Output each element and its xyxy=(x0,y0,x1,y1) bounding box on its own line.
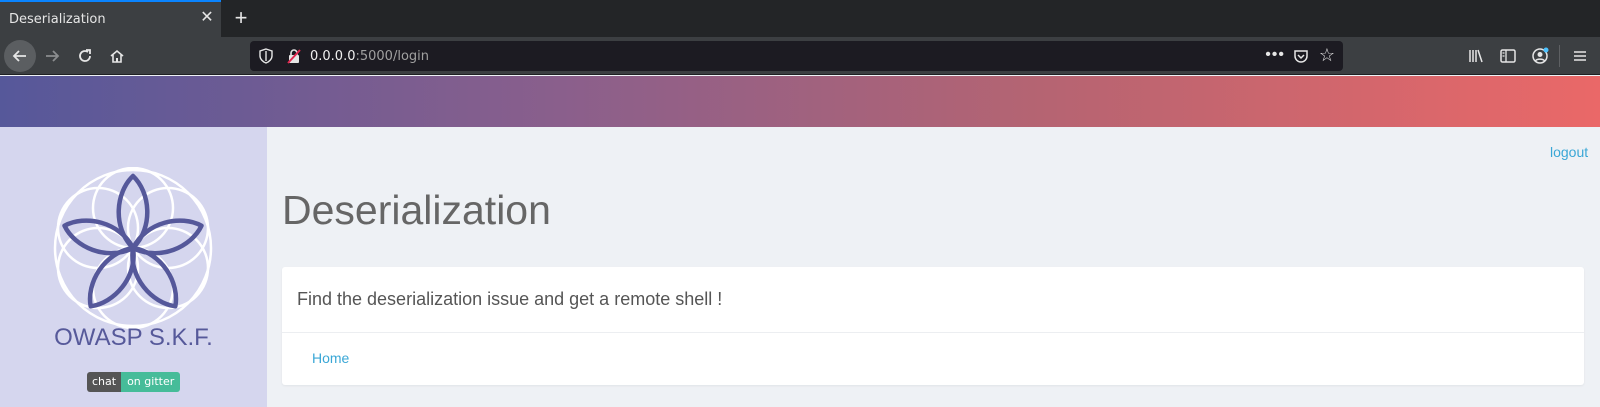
toolbar-separator xyxy=(1559,45,1560,67)
url-bar[interactable]: 0.0.0.0:5000/login ••• ☆ xyxy=(250,41,1343,71)
reload-icon xyxy=(79,49,91,62)
forward-button[interactable] xyxy=(36,40,68,72)
tracking-shield-icon[interactable] xyxy=(258,48,274,64)
sidebar: OWASP S.K.F. chat on gitter xyxy=(0,127,267,407)
url-text[interactable]: 0.0.0.0:5000/login xyxy=(310,49,429,64)
new-tab-button[interactable]: + xyxy=(231,6,251,30)
hamburger-menu-icon[interactable] xyxy=(1571,47,1589,65)
home-link[interactable]: Home xyxy=(312,350,349,366)
page-title: Deserialization xyxy=(282,187,551,233)
owasp-skf-logo[interactable] xyxy=(52,167,214,329)
logout-link[interactable]: logout xyxy=(1550,144,1588,160)
brand-name: OWASP S.K.F. xyxy=(54,324,213,351)
back-button[interactable] xyxy=(4,40,36,72)
browser-tab[interactable]: Deserialization ✕ xyxy=(0,0,221,37)
insecure-lock-icon[interactable] xyxy=(286,48,302,64)
arrow-left-icon xyxy=(12,50,26,62)
home-button[interactable] xyxy=(101,40,133,72)
tab-bar: Deserialization ✕ + xyxy=(0,0,1600,37)
gitter-badge-value: on gitter xyxy=(121,372,181,392)
gitter-chat-badge[interactable]: chat on gitter xyxy=(87,372,181,392)
tab-title: Deserialization xyxy=(9,12,106,27)
url-path: :5000/login xyxy=(355,49,429,64)
account-icon[interactable] xyxy=(1531,47,1549,65)
challenge-card: Find the deserialization issue and get a… xyxy=(282,267,1584,385)
arrow-right-icon xyxy=(46,50,60,62)
gitter-badge-label: chat xyxy=(87,372,122,392)
close-tab-icon[interactable]: ✕ xyxy=(199,10,215,26)
sidebar-toggle-icon[interactable] xyxy=(1499,47,1517,65)
nav-bar: 0.0.0.0:5000/login ••• ☆ xyxy=(0,37,1600,75)
header-banner xyxy=(0,76,1600,127)
bookmark-star-icon[interactable]: ☆ xyxy=(1319,45,1335,66)
challenge-description: Find the deserialization issue and get a… xyxy=(297,289,723,309)
url-host: 0.0.0.0 xyxy=(310,49,356,64)
reload-button[interactable] xyxy=(69,40,101,72)
pocket-icon[interactable] xyxy=(1293,48,1309,64)
library-icon[interactable] xyxy=(1467,47,1485,65)
page-actions-icon[interactable]: ••• xyxy=(1265,46,1285,64)
card-divider xyxy=(282,332,1584,333)
home-icon xyxy=(110,49,124,63)
